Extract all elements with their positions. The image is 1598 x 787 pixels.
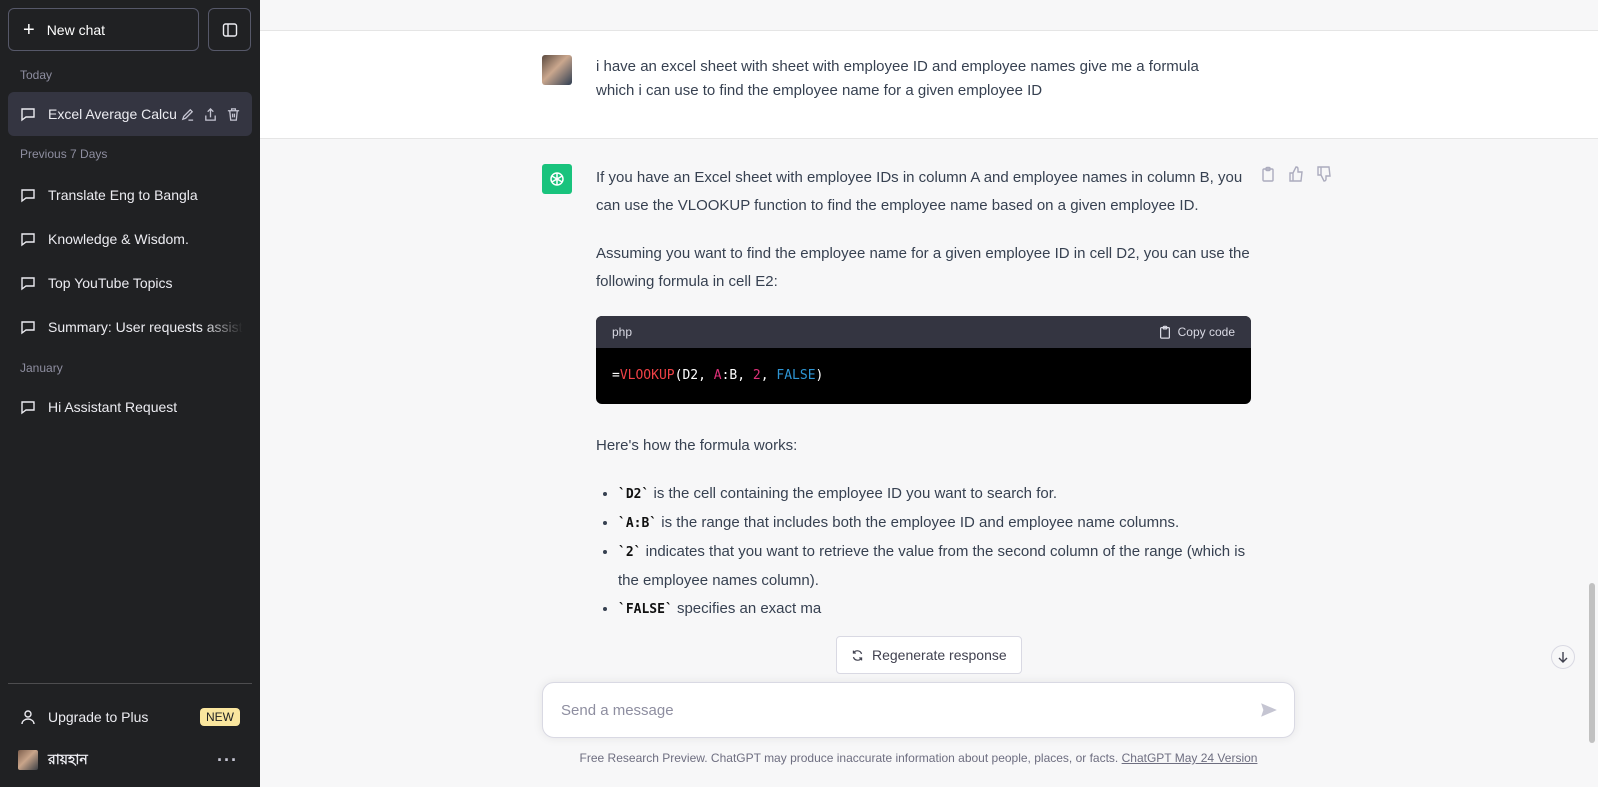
share-icon[interactable] — [203, 107, 218, 122]
chat-item-label: Summary: User requests assist — [48, 319, 243, 335]
refresh-icon — [852, 649, 863, 661]
chat-bubble-icon — [21, 233, 35, 247]
list-item-text: is the range that includes both the empl… — [657, 514, 1180, 531]
list-item: `FALSE` specifies an exact ma — [618, 595, 1251, 624]
code-header: php Copy code — [596, 316, 1251, 348]
section-january: January — [20, 361, 63, 375]
user-name: রায়হান — [48, 751, 88, 767]
trash-icon[interactable] — [226, 107, 241, 122]
chat-bubble-icon — [21, 189, 35, 203]
list-item: `2` indicates that you want to retrieve … — [618, 538, 1251, 595]
list-item-text: indicates that you want to retrieve the … — [618, 543, 1246, 589]
chat-item-translate[interactable]: Translate Eng to Bangla — [8, 173, 252, 217]
assistant-paragraph: If you have an Excel sheet with employee… — [596, 169, 1243, 214]
edit-icon[interactable] — [180, 107, 195, 122]
footer-disclaimer: Free Research Preview. ChatGPT may produ… — [542, 751, 1295, 765]
code-block: php Copy code = VLOOKUP (D2, A:B, 2, FALSE… — [596, 316, 1251, 404]
inline-code: `A:B` — [618, 516, 658, 531]
chat-item-label: Knowledge & Wisdom. — [48, 231, 189, 247]
toggle-sidebar-button[interactable] — [208, 8, 251, 51]
send-icon[interactable] — [1260, 701, 1278, 719]
code-language: php — [612, 325, 633, 339]
code-token: = — [612, 368, 620, 383]
upgrade-label: Upgrade to Plus — [48, 709, 149, 725]
user-menu[interactable]: রায়হান ··· — [8, 738, 252, 782]
list-item: `A:B` is the range that includes both th… — [618, 509, 1251, 538]
footer-text: Free Research Preview. ChatGPT may produ… — [579, 751, 1122, 765]
clipboard-icon[interactable] — [1260, 166, 1276, 182]
chatgpt-logo-icon — [542, 164, 572, 194]
chat-bubble-icon — [21, 401, 35, 415]
clipboard-icon — [1159, 325, 1170, 339]
sidebar-icon — [222, 22, 237, 37]
chat-item-hi-assistant[interactable]: Hi Assistant Request — [8, 385, 252, 429]
inline-code: `FALSE` — [618, 602, 673, 617]
regenerate-label: Regenerate response — [872, 647, 1007, 663]
code-token: , — [760, 368, 777, 383]
code-token: FALSE — [776, 368, 816, 383]
copy-code-button[interactable]: Copy code — [1158, 318, 1235, 346]
chat-item-label: Excel Average Calcul — [48, 106, 176, 122]
user-message-text: i have an excel sheet with sheet with em… — [596, 58, 1199, 99]
code-token: ) — [815, 368, 824, 383]
section-previous-7-days: Previous 7 Days — [20, 147, 108, 161]
chat-item-label: Hi Assistant Request — [48, 399, 178, 415]
chat-item-summary[interactable]: Summary: User requests assist — [8, 305, 252, 349]
message-composer — [542, 682, 1295, 738]
arrow-down-icon — [1558, 652, 1568, 663]
explanation-list: `D2` is the cell containing the employee… — [596, 480, 1251, 624]
more-icon[interactable]: ··· — [217, 750, 238, 771]
chat-item-label: Translate Eng to Bangla — [48, 187, 198, 203]
avatar — [18, 750, 38, 770]
code-token: :B, — [721, 368, 753, 383]
thumbs-up-icon[interactable] — [1288, 166, 1304, 182]
code-content: = VLOOKUP (D2, A:B, 2, FALSE) — [596, 348, 1251, 404]
code-token: 2 — [752, 368, 761, 383]
scrollbar-thumb[interactable] — [1589, 583, 1595, 743]
section-today: Today — [20, 68, 53, 82]
list-item-text: specifies an exact ma — [672, 600, 822, 617]
assistant-paragraph: Here's how the formula works: — [596, 437, 798, 454]
inline-code: `D2` — [618, 487, 650, 502]
user-icon — [21, 710, 35, 725]
chat-bubble-icon — [21, 108, 35, 122]
assistant-message: If you have an Excel sheet with employee… — [596, 164, 1251, 624]
chat-item-youtube[interactable]: Top YouTube Topics — [8, 261, 252, 305]
user-avatar — [542, 55, 572, 85]
thumbs-down-icon[interactable] — [1316, 166, 1332, 182]
new-chat-button[interactable]: + New chat — [8, 8, 199, 51]
message-actions — [1260, 166, 1332, 182]
assistant-paragraph: Assuming you want to find the employee n… — [596, 245, 1250, 290]
copy-code-label: Copy code — [1177, 325, 1235, 339]
list-item-text: is the cell containing the employee ID y… — [649, 485, 1058, 502]
chat-bubble-icon — [21, 321, 35, 335]
plus-icon: + — [23, 18, 35, 41]
version-link[interactable]: ChatGPT May 24 Version — [1122, 751, 1258, 765]
user-message-row: i have an excel sheet with sheet with em… — [260, 31, 1598, 139]
message-input[interactable] — [559, 700, 1260, 720]
chat-item-knowledge[interactable]: Knowledge & Wisdom. — [8, 217, 252, 261]
chat-item-excel[interactable]: Excel Average Calcul — [8, 92, 252, 136]
inline-code: `2` — [618, 545, 642, 560]
list-item: `D2` is the cell containing the employee… — [618, 480, 1251, 509]
chat-item-label: Top YouTube Topics — [48, 275, 173, 291]
chat-bubble-icon — [21, 277, 35, 291]
new-chat-label: New chat — [46, 21, 106, 38]
sidebar: + New chat Today Excel Average Calcul Pr… — [0, 0, 260, 787]
code-token: VLOOKUP — [619, 368, 675, 383]
new-badge: NEW — [200, 708, 240, 726]
code-token: (D2, — [674, 368, 714, 383]
code-token: A — [713, 368, 722, 383]
upgrade-to-plus-button[interactable]: Upgrade to Plus NEW — [8, 695, 252, 739]
regenerate-response-button[interactable]: Regenerate response — [836, 636, 1022, 674]
scroll-to-bottom-button[interactable] — [1551, 645, 1575, 669]
main-area: i have an excel sheet with sheet with em… — [260, 0, 1598, 787]
sidebar-divider — [8, 683, 252, 684]
